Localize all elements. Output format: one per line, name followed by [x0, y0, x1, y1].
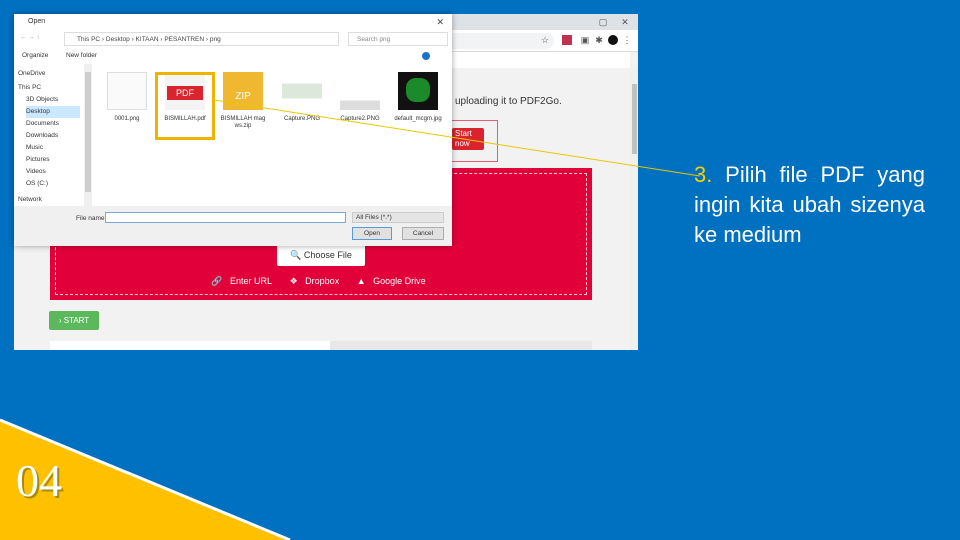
start-now-button[interactable]: Start now	[452, 128, 484, 150]
choose-file-button[interactable]: 🔍 Choose File	[277, 245, 365, 266]
nav-item[interactable]: Videos	[26, 166, 46, 178]
dialog-toolbar: Organize New folder	[14, 48, 452, 64]
selected-file-highlight	[155, 72, 215, 140]
nav-item[interactable]: Music	[26, 142, 43, 154]
nav-item[interactable]: OneDrive	[18, 68, 45, 80]
logo-icon	[398, 72, 438, 110]
help-icon[interactable]	[422, 52, 430, 60]
file-item[interactable]: ZIP BISMILLAH mag ws.zip	[215, 72, 271, 130]
file-name-label: File name:	[76, 215, 107, 222]
nav-item[interactable]: Pictures	[26, 154, 49, 166]
nav-item[interactable]: This PC	[18, 82, 41, 94]
file-item[interactable]: 0001.png	[99, 72, 155, 123]
google-drive-link[interactable]: ▲ Google Drive	[357, 276, 431, 286]
extension-icon[interactable]	[562, 35, 572, 45]
dropbox-link[interactable]: ❖ Dropbox	[290, 276, 345, 286]
info-panel	[330, 341, 592, 350]
instruction-body: Pilih file PDF yang ingin kita ubah size…	[694, 162, 925, 247]
dialog-nav-row: ← → ↑ This PC › Desktop › KITAAN › PESAN…	[14, 30, 452, 48]
scrollbar[interactable]	[630, 68, 638, 350]
new-folder-button[interactable]: New folder	[66, 48, 97, 64]
image-icon	[107, 72, 147, 110]
star-icon[interactable]: ☆	[540, 35, 550, 45]
organize-button[interactable]: Organize	[22, 48, 48, 64]
close-icon[interactable]: ✕	[436, 14, 444, 30]
nav-item[interactable]: Documents	[26, 118, 59, 130]
file-item[interactable]: Capture.PNG	[274, 72, 330, 123]
page-text: uploading it to PDF2Go.	[455, 96, 562, 107]
back-icon[interactable]: ← → ↑	[20, 34, 40, 41]
puzzle-icon[interactable]: ✱	[594, 35, 604, 45]
menu-icon[interactable]: ⋮	[622, 35, 632, 45]
file-item[interactable]: Capture2.PNG	[332, 72, 388, 123]
image-icon	[340, 72, 380, 110]
search-input[interactable]: Search png	[348, 32, 448, 46]
instruction-text: 3. Pilih file PDF yang ingin kita ubah s…	[694, 160, 925, 250]
nav-item[interactable]: Downloads	[26, 130, 58, 142]
zip-icon: ZIP	[223, 72, 263, 110]
enter-url-link[interactable]: 🔗 Enter URL	[211, 276, 277, 286]
extension-icon[interactable]: ▣	[580, 35, 590, 45]
file-name-input[interactable]	[105, 212, 346, 223]
navigation-pane: OneDrive This PC 3D Objects Desktop Docu…	[14, 64, 92, 206]
nav-item[interactable]: Network	[18, 194, 42, 206]
start-button[interactable]: › START	[49, 311, 99, 330]
file-item[interactable]: default_mcgm.jpg	[390, 72, 446, 123]
cancel-button[interactable]: Cancel	[402, 227, 444, 240]
path-breadcrumb[interactable]: This PC › Desktop › KITAAN › PESANTREN ›…	[64, 32, 339, 46]
open-button[interactable]: Open	[352, 227, 392, 240]
nav-item[interactable]: Desktop	[26, 106, 80, 118]
file-type-select[interactable]: All Files (*.*)	[352, 212, 444, 223]
dialog-footer: File name: All Files (*.*) Open Cancel	[14, 206, 452, 246]
options-panel	[50, 341, 330, 350]
avatar[interactable]	[608, 35, 618, 45]
image-icon	[282, 72, 322, 110]
nav-item[interactable]: 3D Objects	[26, 94, 58, 106]
nav-scrollbar[interactable]	[84, 64, 92, 206]
dialog-title: Open	[28, 18, 46, 25]
slide-number: 04	[16, 455, 62, 506]
step-number: 3.	[694, 162, 713, 187]
choose-file-label: Choose File	[303, 250, 352, 260]
nav-item[interactable]: OS (C:)	[26, 178, 48, 190]
maximize-icon[interactable]: ▢	[598, 17, 608, 27]
open-file-dialog: Open ✕ ← → ↑ This PC › Desktop › KITAAN …	[14, 14, 452, 246]
close-icon[interactable]: ✕	[620, 17, 630, 27]
